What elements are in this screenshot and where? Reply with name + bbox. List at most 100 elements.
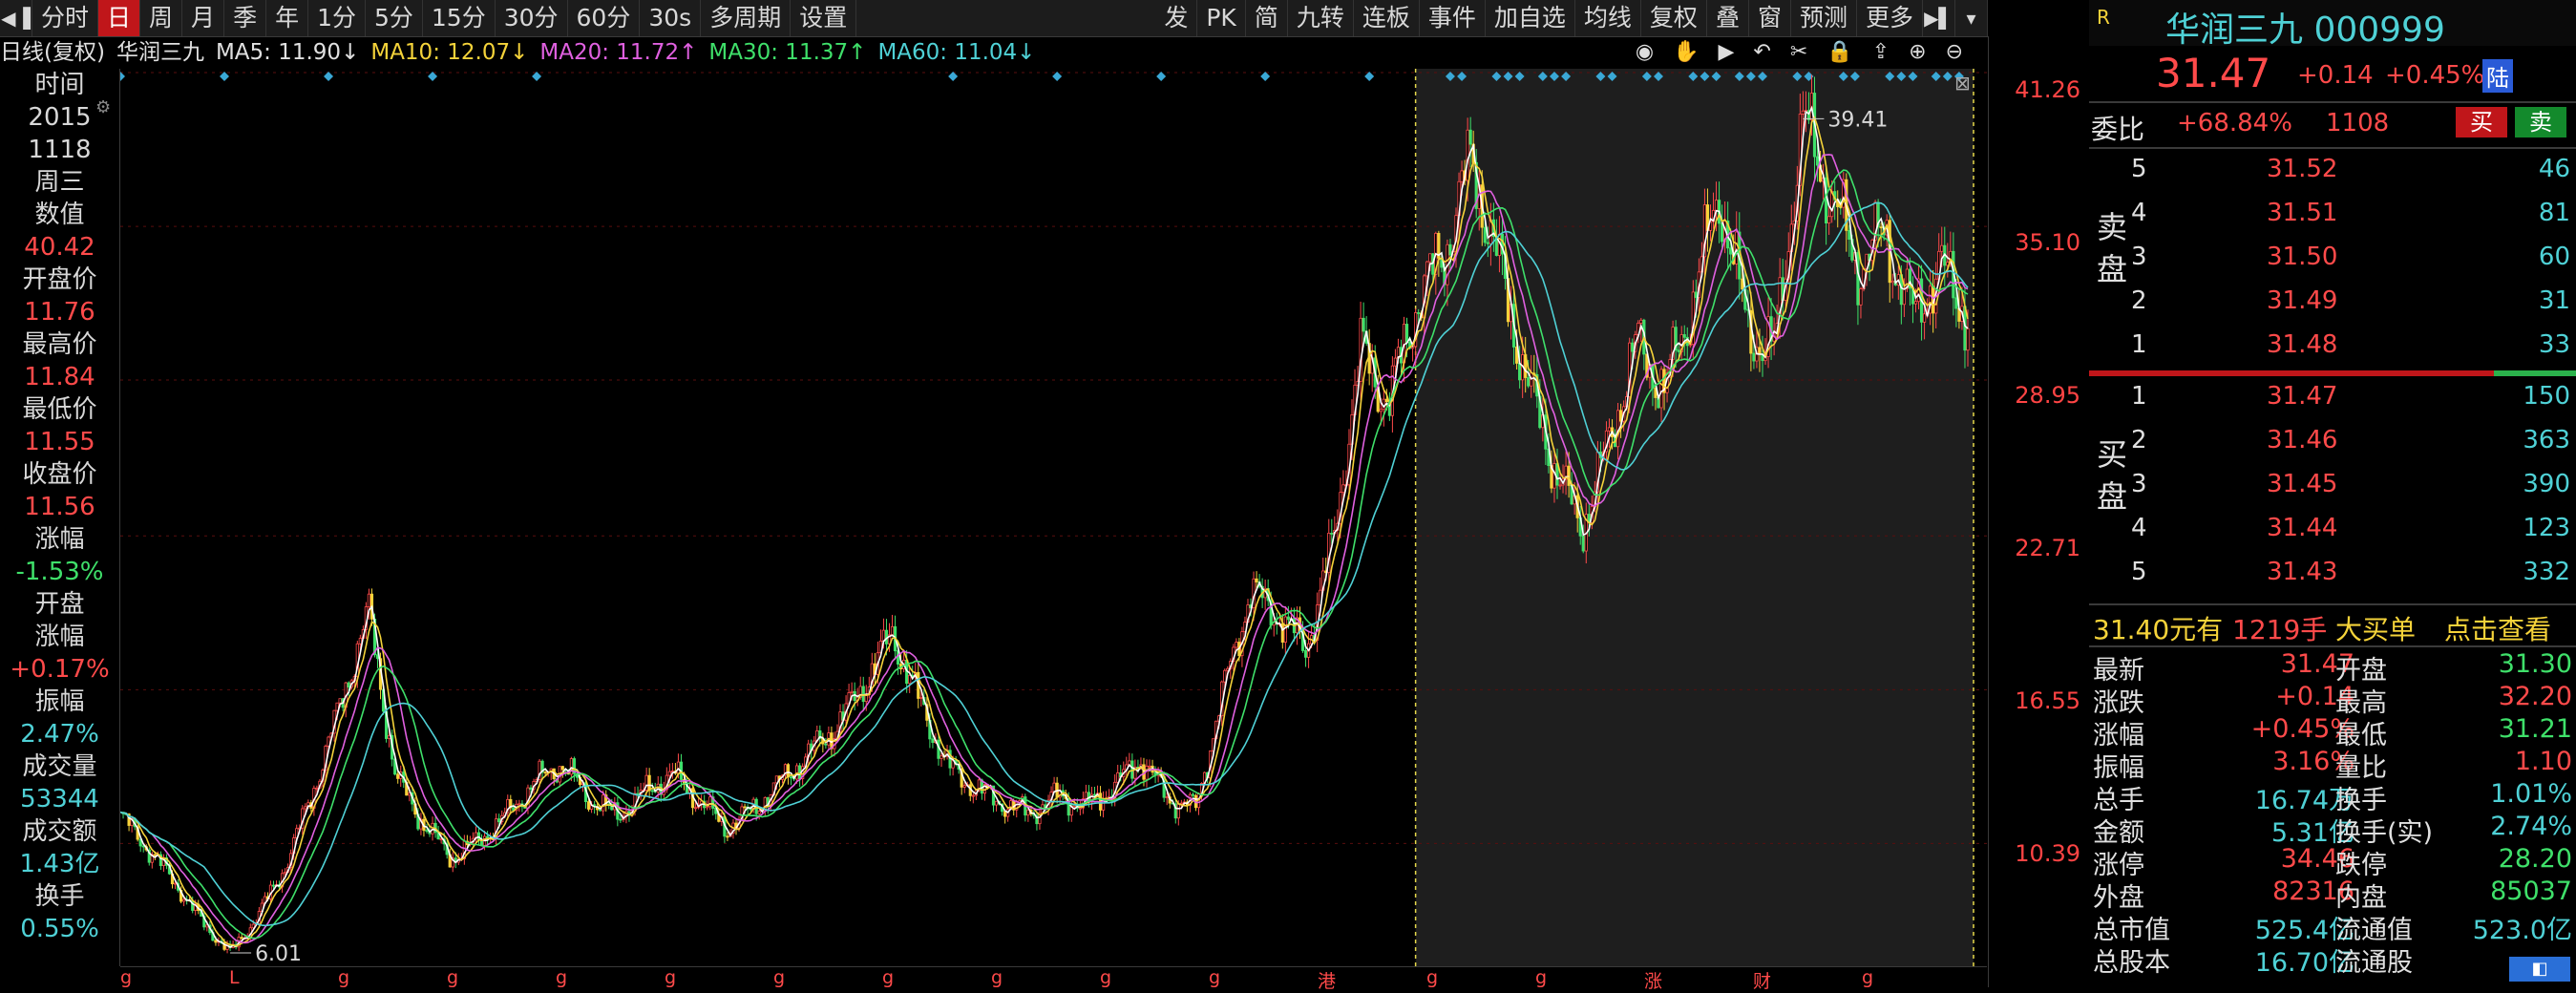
candle-body bbox=[694, 807, 698, 810]
undo-icon[interactable]: ↶ bbox=[1753, 36, 1770, 69]
book-lvl: 1 bbox=[2131, 330, 2147, 359]
candle-body bbox=[1567, 465, 1571, 486]
toolbar-button[interactable]: 加自选 bbox=[1486, 0, 1575, 36]
signal-marker[interactable] bbox=[948, 72, 959, 81]
toolbar-button[interactable]: PK bbox=[1197, 0, 1246, 36]
toolbar-button[interactable]: 窗 bbox=[1749, 0, 1791, 36]
prev-stock-icon[interactable]: ◀▐ bbox=[0, 0, 32, 36]
period-tab[interactable]: 30分 bbox=[496, 0, 568, 36]
stat-value: 1.10 bbox=[2514, 747, 2572, 776]
event-mark[interactable]: g bbox=[991, 967, 1003, 988]
buy-button[interactable]: 买 bbox=[2456, 107, 2507, 137]
period-tab[interactable]: 设置 bbox=[791, 0, 857, 36]
play-icon[interactable]: ▶ bbox=[1718, 36, 1734, 69]
period-tab[interactable]: 日 bbox=[98, 0, 141, 36]
toolbar-button[interactable]: 叠 bbox=[1707, 0, 1749, 36]
period-tab[interactable]: 30s bbox=[640, 0, 702, 36]
ma-info-line: 日线(复权) 华润三九 MA5: 11.90↓ MA10: 12.07↓ MA2… bbox=[0, 36, 1988, 69]
toolbar-button[interactable]: 九转 bbox=[1288, 0, 1354, 36]
period-label[interactable]: 日线(复权) bbox=[0, 36, 105, 69]
weibi-value: +68.84% bbox=[2177, 109, 2292, 137]
eye-icon[interactable]: ◉ bbox=[1636, 36, 1654, 69]
period-tab[interactable]: 年 bbox=[266, 0, 309, 36]
event-mark[interactable]: g bbox=[120, 967, 132, 988]
book-vol: 31 bbox=[2538, 286, 2570, 315]
candle-body bbox=[1003, 811, 1007, 817]
candle-body bbox=[1468, 129, 1472, 145]
annotation-label: 6.01 bbox=[255, 942, 302, 966]
sell-button[interactable]: 卖 bbox=[2515, 107, 2566, 137]
period-tab[interactable]: 5分 bbox=[366, 0, 423, 36]
scissors-icon[interactable]: ✂ bbox=[1790, 36, 1807, 69]
annotation-label: 39.41 bbox=[1827, 108, 1888, 132]
price-row: 31.47 +0.14 +0.45% 陆 bbox=[2089, 46, 2576, 101]
toolbar-button[interactable]: 简 bbox=[1246, 0, 1288, 36]
toolbar-button[interactable]: 发 bbox=[1155, 0, 1198, 36]
candle-body bbox=[367, 593, 371, 607]
hand-icon[interactable]: ✋ bbox=[1673, 36, 1699, 69]
event-mark[interactable]: g bbox=[882, 967, 894, 988]
data-label: 最高价 bbox=[22, 330, 97, 359]
signal-marker[interactable] bbox=[1156, 72, 1167, 81]
period-tab[interactable]: 分时 bbox=[32, 0, 99, 36]
candle-body bbox=[1815, 156, 1820, 166]
zoom-in-icon[interactable]: ⊕ bbox=[1909, 36, 1926, 69]
weibi-row: 委比 +68.84% 1108 买 卖 bbox=[2089, 103, 2576, 147]
event-mark[interactable]: g bbox=[773, 967, 785, 988]
candle-body bbox=[1176, 803, 1180, 819]
candle-body bbox=[1639, 319, 1643, 324]
event-mark[interactable]: g bbox=[1100, 967, 1111, 988]
export-icon[interactable]: ⇪ bbox=[1872, 36, 1890, 69]
event-mark[interactable]: g bbox=[1209, 967, 1220, 988]
big-order-amount: 31.40元有 bbox=[2093, 614, 2224, 645]
stat-value: 28.20 bbox=[2498, 844, 2572, 874]
period-tab[interactable]: 多周期 bbox=[701, 0, 792, 36]
signal-marker[interactable] bbox=[324, 72, 334, 81]
toolbar-button[interactable]: 均线 bbox=[1575, 0, 1641, 36]
event-mark[interactable]: g bbox=[1862, 967, 1873, 988]
event-mark[interactable]: g bbox=[556, 967, 567, 988]
next-stock-icon[interactable]: ▶▌ bbox=[1923, 0, 1955, 36]
event-mark[interactable]: g bbox=[338, 967, 349, 988]
candle-body bbox=[1607, 427, 1612, 432]
event-mark[interactable]: g bbox=[1535, 967, 1547, 988]
period-tab[interactable]: 15分 bbox=[423, 0, 496, 36]
period-tab[interactable]: 月 bbox=[182, 0, 225, 36]
event-mark[interactable]: g bbox=[447, 967, 458, 988]
data-value: 1.43亿 bbox=[19, 850, 100, 878]
event-mark[interactable]: 财 bbox=[1753, 967, 1771, 993]
event-mark[interactable]: g bbox=[665, 967, 676, 988]
period-tab[interactable]: 1分 bbox=[308, 0, 366, 36]
close-range-icon[interactable]: ⊠ bbox=[1954, 72, 1971, 95]
book-vol: 33 bbox=[2538, 330, 2570, 359]
period-tab[interactable]: 60分 bbox=[568, 0, 641, 36]
candle-body bbox=[824, 743, 828, 746]
event-mark[interactable]: 涨 bbox=[1644, 967, 1662, 993]
big-order-link[interactable]: 点击查看 bbox=[2444, 609, 2551, 647]
book-price: 31.48 bbox=[2267, 330, 2338, 359]
event-mark[interactable]: L bbox=[229, 967, 240, 988]
settings-gear-icon[interactable]: ⚙ bbox=[95, 97, 111, 117]
candlestick-chart[interactable]: 39.41 6.01 ⊠ bbox=[120, 69, 1987, 966]
candle-body bbox=[1235, 642, 1238, 648]
candle-body bbox=[971, 794, 975, 797]
dropdown-icon[interactable]: ▾ bbox=[1955, 0, 1988, 36]
toolbar-button[interactable]: 复权 bbox=[1641, 0, 1707, 36]
candle-body bbox=[560, 766, 564, 771]
event-mark[interactable]: 港 bbox=[1318, 967, 1336, 993]
candle-body bbox=[304, 806, 307, 810]
zoom-out-icon[interactable]: ⊖ bbox=[1946, 36, 1963, 69]
toolbar-button[interactable]: 更多 bbox=[1857, 0, 1923, 36]
candle-body bbox=[338, 698, 342, 704]
toolbar-button[interactable]: 连板 bbox=[1354, 0, 1420, 36]
period-tab[interactable]: 季 bbox=[224, 0, 267, 36]
selected-range[interactable] bbox=[1415, 69, 1974, 966]
toolbar-button[interactable]: 事件 bbox=[1420, 0, 1486, 36]
event-mark[interactable]: g bbox=[1426, 967, 1438, 988]
period-tab[interactable]: 周 bbox=[140, 0, 183, 36]
lock-icon[interactable]: 🔒 bbox=[1826, 36, 1852, 69]
data-value: 0.55% bbox=[20, 915, 99, 943]
data-value: 2.47% bbox=[20, 720, 99, 749]
toolbar-button[interactable]: 预测 bbox=[1791, 0, 1857, 36]
price-tick: 22.71 bbox=[2015, 535, 2080, 561]
